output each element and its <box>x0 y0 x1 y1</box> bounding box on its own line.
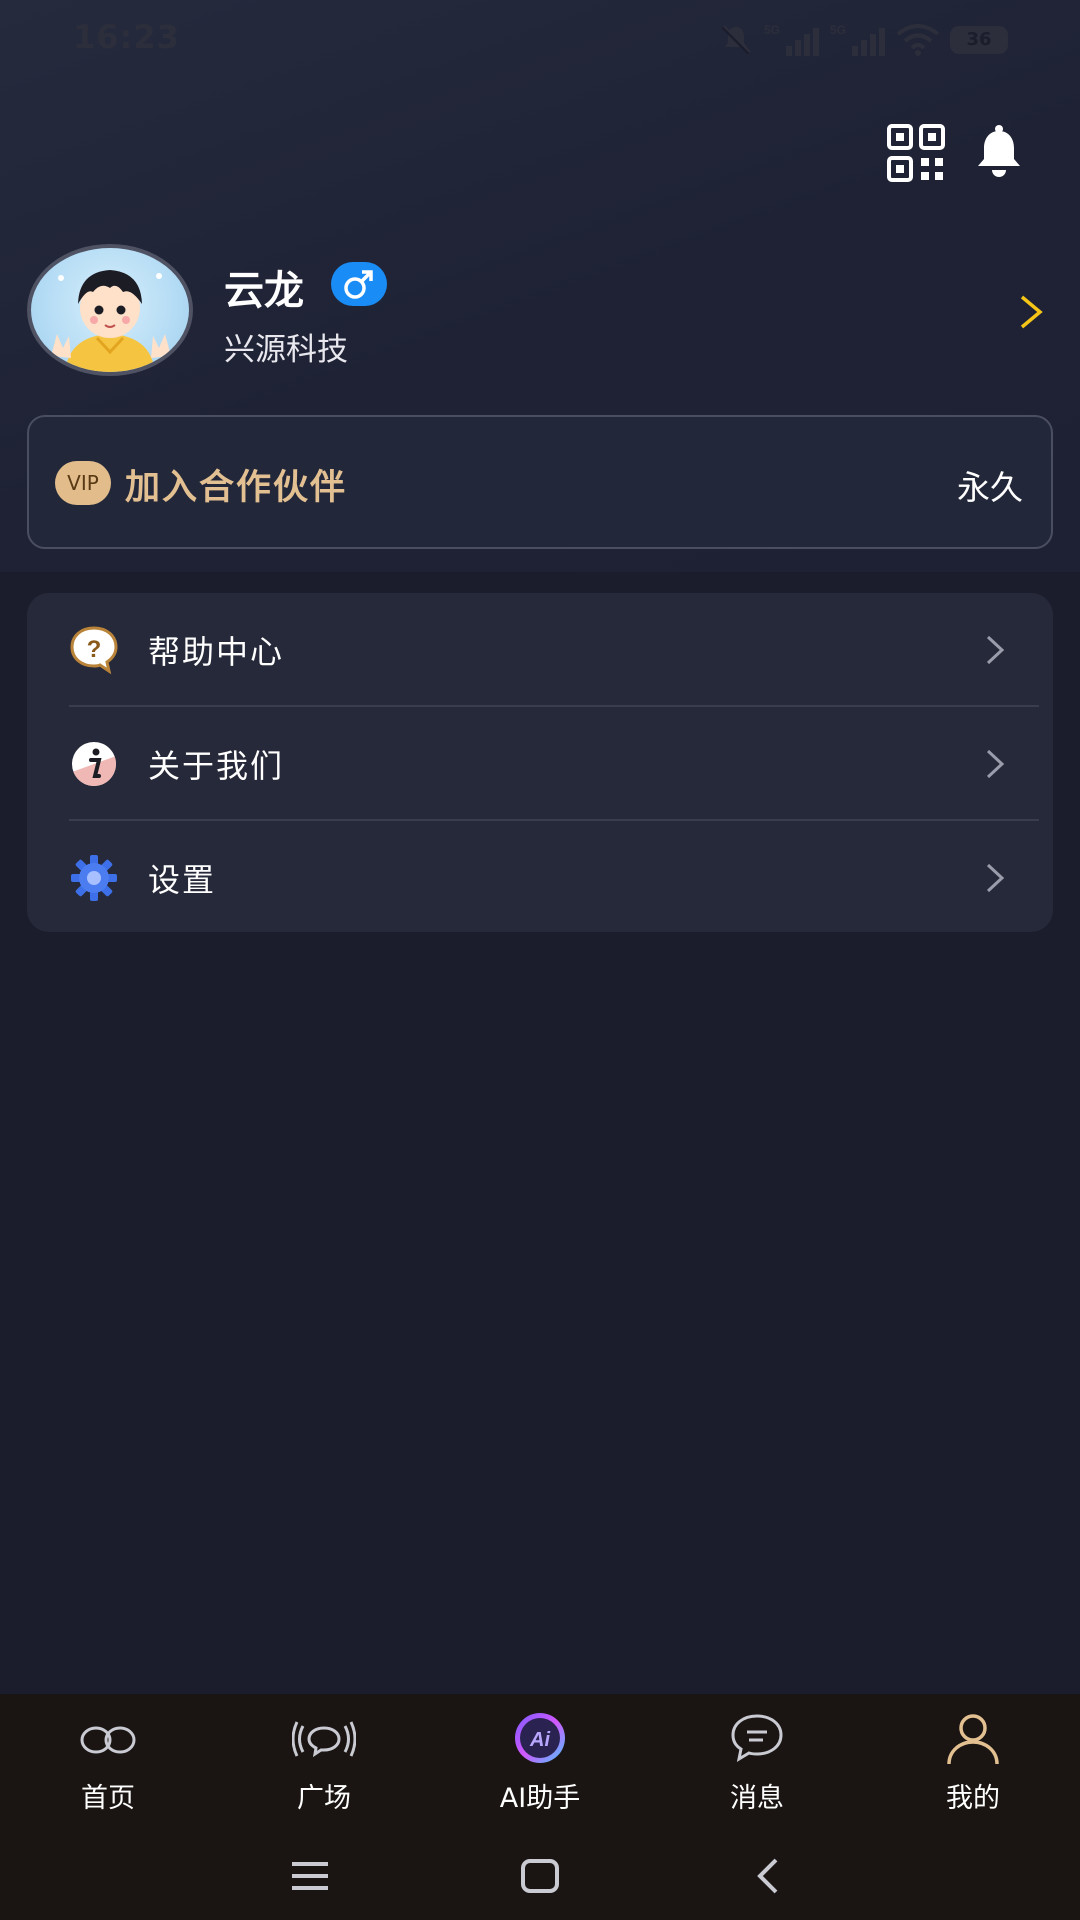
settings-gear-icon <box>69 853 119 903</box>
menu-card: ? 帮助中心 关于我们 设置 <box>27 593 1053 932</box>
menu-item-about-us[interactable]: 关于我们 <box>27 707 1053 820</box>
chevron-right-icon <box>984 861 1006 895</box>
nav-item-messages[interactable]: 消息 <box>667 1710 847 1820</box>
profile-chevron-right-icon[interactable] <box>1016 292 1046 332</box>
vip-title: 加入合作伙伴 <box>125 468 348 508</box>
nav-item-square[interactable]: 广场 <box>234 1710 414 1820</box>
status-bar: 16:23 5G 5G 36 <box>0 0 1080 80</box>
ai-badge-text: Ai <box>529 1729 550 1751</box>
avatar[interactable] <box>27 244 193 376</box>
gender-male-icon <box>331 262 387 306</box>
menu-lines-icon[interactable] <box>288 1856 332 1896</box>
chevron-right-icon <box>984 747 1006 781</box>
home-icon <box>80 1726 136 1754</box>
status-icons: 5G 5G 36 <box>718 20 1008 60</box>
ai-assistant-icon: Ai <box>515 1713 565 1763</box>
menu-label-settings: 设置 <box>148 861 217 899</box>
bottom-navigation: 首页 广场 Ai AI助手 消息 我的 <box>0 1694 1080 1920</box>
home-button-icon[interactable] <box>518 1856 562 1896</box>
nav-label-square: 广场 <box>297 1783 351 1814</box>
signal-5g-icon-2: 5G <box>830 23 885 56</box>
vip-status: 永久 <box>957 468 1023 507</box>
qr-code-icon[interactable] <box>886 123 946 183</box>
nav-item-ai-assistant[interactable]: Ai AI助手 <box>450 1710 630 1820</box>
mute-bell-icon <box>721 25 751 55</box>
nav-label-messages: 消息 <box>730 1783 784 1814</box>
system-navigation-bar <box>0 1834 1080 1920</box>
nav-item-mine[interactable]: 我的 <box>883 1710 1063 1820</box>
menu-label-about-us: 关于我们 <box>148 747 285 785</box>
back-icon[interactable] <box>748 1856 792 1896</box>
help-icon: ? <box>69 625 119 675</box>
menu-item-help-center[interactable]: ? 帮助中心 <box>27 593 1053 706</box>
user-profile-icon <box>947 1714 999 1765</box>
signal-5g-icon: 5G <box>764 23 819 56</box>
nav-label-home: 首页 <box>81 1783 135 1814</box>
profile-company: 兴源科技 <box>224 332 348 368</box>
status-time: 16:23 <box>73 18 180 56</box>
network-label-2: 5G <box>830 23 846 37</box>
message-icon <box>731 1714 783 1763</box>
menu-label-help-center: 帮助中心 <box>148 633 285 671</box>
chevron-right-icon <box>984 633 1006 667</box>
nav-label-ai-assistant: AI助手 <box>499 1783 581 1814</box>
info-icon <box>69 739 119 789</box>
battery-indicator: 36 <box>950 26 1008 54</box>
menu-item-settings[interactable]: 设置 <box>27 821 1053 934</box>
nav-label-mine: 我的 <box>946 1783 1000 1814</box>
bell-icon[interactable] <box>969 123 1029 183</box>
svg-text:?: ? <box>87 636 102 663</box>
nav-item-home[interactable]: 首页 <box>18 1710 198 1820</box>
vip-badge: VIP <box>55 461 111 505</box>
wifi-icon <box>896 24 940 56</box>
profile-name: 云龙 <box>224 268 304 314</box>
avatar-illustration <box>51 270 171 372</box>
vip-partner-card[interactable]: VIP 加入合作伙伴 永久 <box>27 415 1053 549</box>
square-broadcast-icon <box>292 1721 356 1758</box>
network-label-1: 5G <box>764 23 780 37</box>
